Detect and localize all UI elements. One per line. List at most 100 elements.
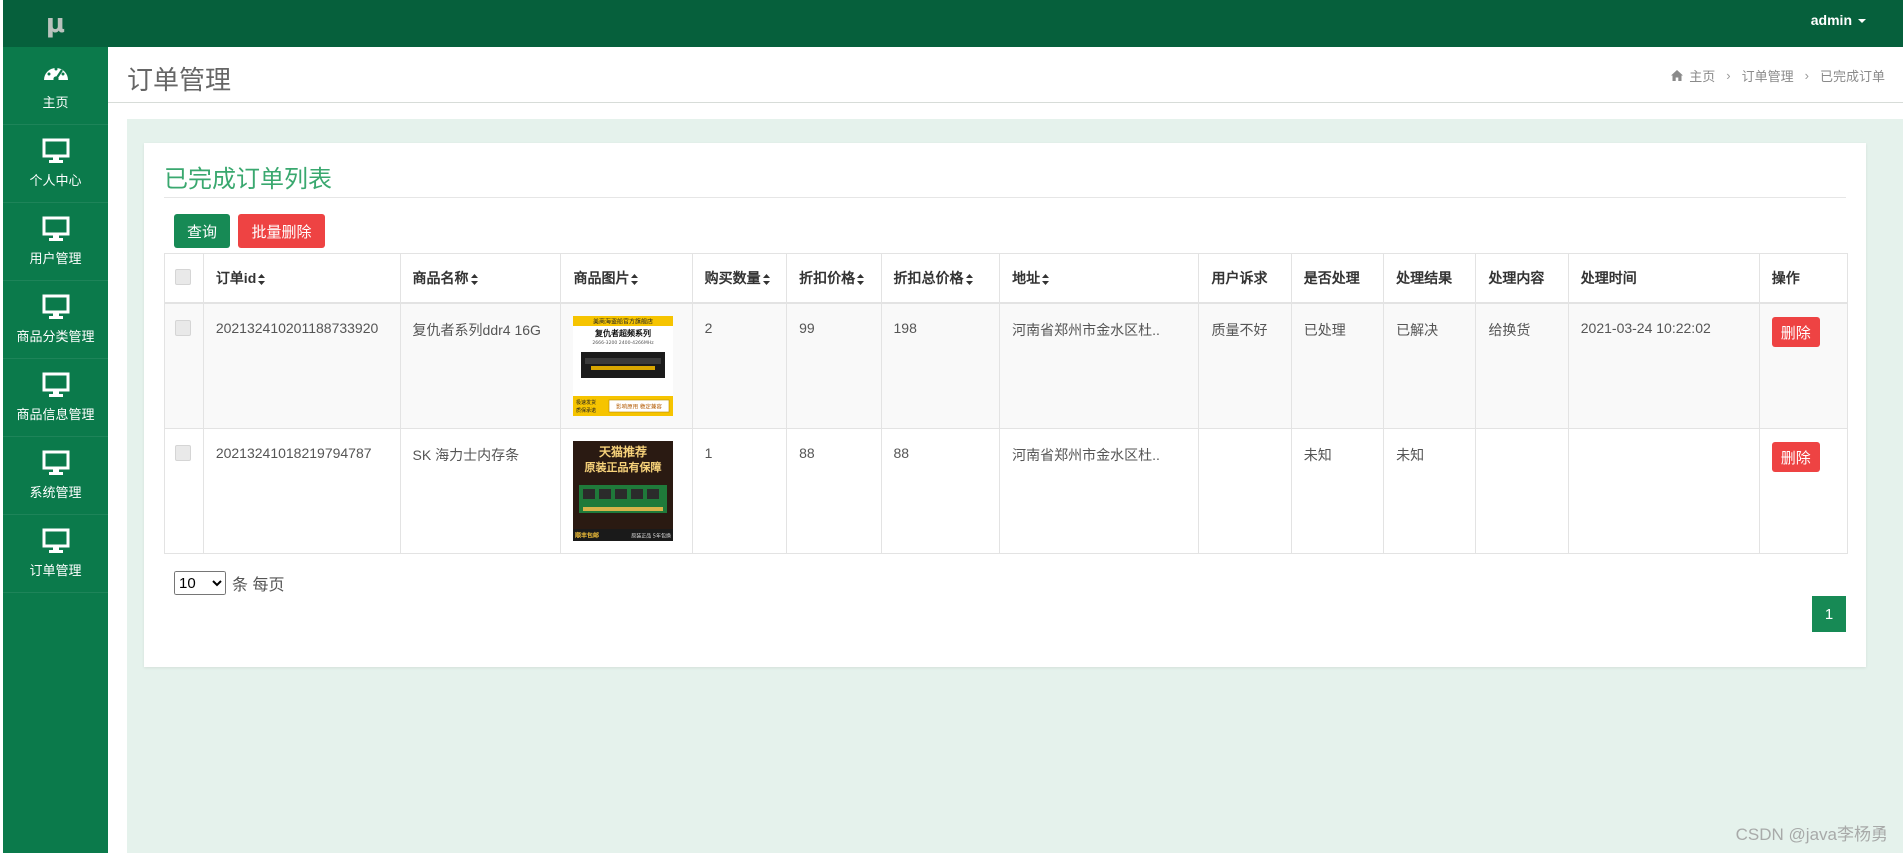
col-product-image[interactable]: 商品图片 xyxy=(560,253,693,304)
result: 已解决 xyxy=(1383,302,1477,429)
quantity: 2 xyxy=(691,302,788,429)
actions-cell: 删除 xyxy=(1758,302,1849,429)
sidebar-item-orders[interactable]: 订单管理 xyxy=(3,515,108,593)
image-tag-text: 质保承诺 xyxy=(576,407,596,414)
delete-button[interactable]: 删除 xyxy=(1771,442,1820,472)
sort-icon xyxy=(965,273,973,285)
order-list-card: 已完成订单列表 查询 批量删除 订单id 商品名称 商品图片 购买数量 折扣价格… xyxy=(144,143,1866,667)
dashboard-icon xyxy=(43,67,68,82)
image-tag-text: 极速发货 xyxy=(576,399,596,406)
user-menu[interactable]: admin xyxy=(1811,12,1866,28)
col-address[interactable]: 地址 xyxy=(999,253,1200,304)
sidebar-item-home[interactable]: 主页 xyxy=(3,47,108,125)
discount-price: 88 xyxy=(786,428,882,554)
discount-price: 99 xyxy=(786,302,882,429)
batch-delete-button[interactable]: 批量删除 xyxy=(238,214,325,248)
sort-icon xyxy=(470,273,478,285)
appeal xyxy=(1198,428,1292,554)
monitor-icon xyxy=(42,216,69,241)
home-icon xyxy=(1671,70,1684,81)
table-row: 20213241018219794787 SK 海力士内存条 天猫推荐 原装正品… xyxy=(164,428,1849,554)
sidebar-item-system[interactable]: 系统管理 xyxy=(3,437,108,515)
product-image[interactable]: 天猫推荐 原装正品有保障 顺丰包邮 原装正品 5年包换 xyxy=(573,441,674,541)
order-id: 20213241018219794787 xyxy=(202,428,401,554)
order-id: 202132410201188733920 xyxy=(202,302,401,429)
product-image-cell: 美商海盗船官方旗舰店 复仇者超频系列 2666-3200 2400-4266MH… xyxy=(560,302,693,429)
col-discount-price[interactable]: 折扣价格 xyxy=(786,253,882,304)
page-title: 订单管理 xyxy=(127,65,232,95)
app-logo[interactable]: μ xyxy=(3,0,108,47)
delete-button[interactable]: 删除 xyxy=(1771,317,1820,347)
image-badge-text: 影响原用 稳定兼容 xyxy=(617,403,663,411)
chevron-right-icon: › xyxy=(1726,68,1731,83)
process-content: 给换货 xyxy=(1475,302,1569,429)
col-quantity[interactable]: 购买数量 xyxy=(691,253,788,304)
orders-table: 订单id 商品名称 商品图片 购买数量 折扣价格 折扣总价格 地址 用户诉求 是… xyxy=(164,253,1849,554)
table-row: 202132410201188733920 复仇者系列ddr4 16G 美商海盗… xyxy=(164,302,1849,429)
table-header-row: 订单id 商品名称 商品图片 购买数量 折扣价格 折扣总价格 地址 用户诉求 是… xyxy=(164,253,1849,304)
address: 河南省郑州市金水区杜.. xyxy=(999,302,1200,429)
sort-icon xyxy=(258,273,266,285)
image-title-text: 复仇者超频系列 xyxy=(594,328,651,338)
top-navbar: admin xyxy=(108,0,1903,47)
appeal: 质量不好 xyxy=(1198,302,1292,429)
caret-down-icon xyxy=(1858,19,1866,24)
sidebar-item-label: 商品分类管理 xyxy=(16,329,95,344)
sort-icon xyxy=(1042,273,1050,285)
col-product-name[interactable]: 商品名称 xyxy=(399,253,562,304)
card-title: 已完成订单列表 xyxy=(164,166,332,193)
sidebar-item-label: 系统管理 xyxy=(29,485,82,500)
chevron-right-icon: › xyxy=(1804,68,1809,83)
monitor-icon xyxy=(42,450,69,475)
sidebar-item-label: 订单管理 xyxy=(29,563,82,578)
row-checkbox[interactable] xyxy=(175,445,191,461)
image-footer-right-text: 原装正品 5年包换 xyxy=(632,533,672,540)
total-price: 88 xyxy=(880,428,1001,554)
actions-cell: 删除 xyxy=(1758,428,1849,554)
monitor-icon xyxy=(42,372,69,397)
sidebar-item-categories[interactable]: 商品分类管理 xyxy=(3,281,108,359)
sidebar-item-label: 个人中心 xyxy=(29,173,82,188)
processed-status: 未知 xyxy=(1290,428,1385,554)
product-image-cell: 天猫推荐 原装正品有保障 顺丰包邮 原装正品 5年包换 xyxy=(560,428,693,554)
col-content: 处理内容 xyxy=(1475,253,1569,304)
product-name: 复仇者系列ddr4 16G xyxy=(399,302,562,429)
col-order-id[interactable]: 订单id xyxy=(202,253,401,304)
breadcrumb-home[interactable]: 主页 xyxy=(1689,66,1715,85)
sidebar-item-users[interactable]: 用户管理 xyxy=(3,203,108,281)
watermark: CSDN @java李杨勇 xyxy=(1735,825,1888,844)
page-header: 订单管理 主页 › 订单管理 › 已完成订单 xyxy=(108,47,1903,103)
select-all-checkbox[interactable] xyxy=(175,268,191,285)
breadcrumb-orders[interactable]: 订单管理 xyxy=(1742,66,1794,85)
image-footer-left-text: 顺丰包邮 xyxy=(575,532,599,540)
divider xyxy=(164,197,1846,198)
sort-icon xyxy=(857,273,865,285)
sidebar-item-label: 主页 xyxy=(42,95,69,110)
sort-icon xyxy=(762,273,770,285)
sort-icon xyxy=(631,273,639,285)
row-checkbox[interactable] xyxy=(175,320,191,336)
col-result: 处理结果 xyxy=(1383,253,1477,304)
sidebar-item-products[interactable]: 商品信息管理 xyxy=(3,359,108,437)
sidebar-item-label: 商品信息管理 xyxy=(16,407,95,422)
col-processed: 是否处理 xyxy=(1290,253,1385,304)
monitor-icon xyxy=(42,528,69,553)
product-image[interactable]: 美商海盗船官方旗舰店 复仇者超频系列 2666-3200 2400-4266MH… xyxy=(573,316,674,416)
monitor-icon xyxy=(42,294,69,319)
row-select-cell xyxy=(164,302,204,429)
monitor-icon xyxy=(42,138,69,163)
sidebar-item-profile[interactable]: 个人中心 xyxy=(3,125,108,203)
col-total-price[interactable]: 折扣总价格 xyxy=(880,253,1001,304)
page-size-select[interactable]: 10 xyxy=(174,571,226,595)
pagination-page-button[interactable]: 1 xyxy=(1812,596,1846,632)
query-button[interactable]: 查询 xyxy=(174,214,230,248)
breadcrumb-current: 已完成订单 xyxy=(1819,69,1885,84)
image-spec-text: 2666-3200 2400-4266MHz xyxy=(593,340,655,346)
total-price: 198 xyxy=(880,302,1001,429)
sidebar-item-label: 用户管理 xyxy=(29,251,82,266)
image-headline-text: 天猫推荐 xyxy=(599,444,647,459)
image-subline-text: 原装正品有保障 xyxy=(585,460,662,474)
processed-status: 已处理 xyxy=(1290,302,1385,429)
col-actions: 操作 xyxy=(1758,253,1849,304)
page-size-label: 条 每页 xyxy=(232,577,285,594)
